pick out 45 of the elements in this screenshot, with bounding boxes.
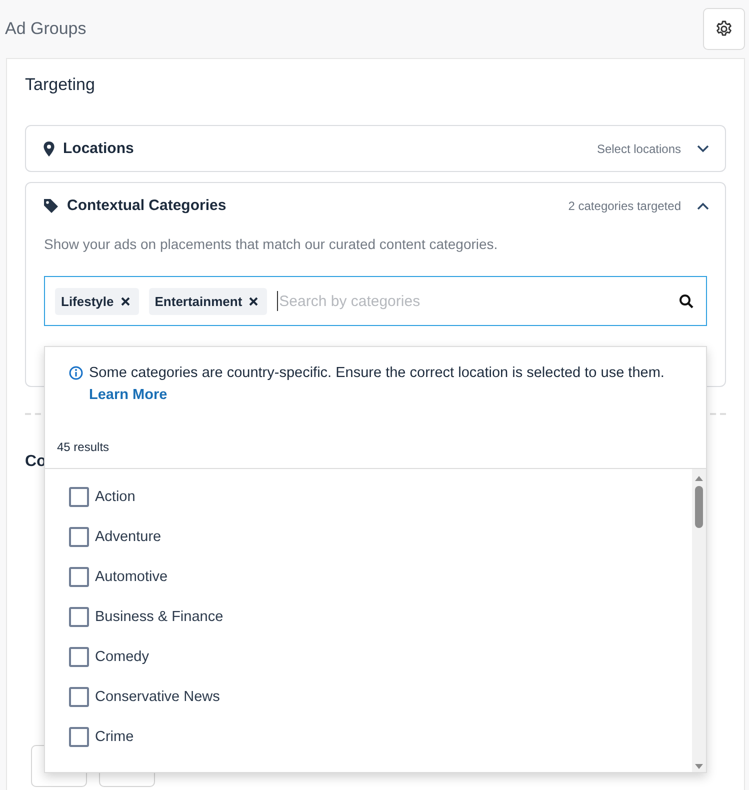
category-option[interactable]: Action <box>45 477 692 517</box>
category-option[interactable]: Conservative News <box>45 677 692 717</box>
notice-text: Some categories are country-specific. Ensure the correct location is selected to use them. <box>89 364 664 383</box>
scrollbar-thumb[interactable] <box>695 486 703 528</box>
page-title: Ad Groups <box>5 19 86 39</box>
remove-button[interactable] <box>249 296 258 306</box>
accordion-header[interactable]: Locations Select locations <box>26 126 725 171</box>
accordion-title: Locations <box>63 140 134 157</box>
chevron-down-icon <box>697 144 709 152</box>
checkbox[interactable] <box>69 727 89 747</box>
accordion-title: Contextual Categories <box>67 197 226 214</box>
learn-more-link[interactable]: Learn More <box>89 387 168 403</box>
category-option[interactable]: Business & Finance <box>45 597 692 637</box>
checkbox[interactable] <box>69 687 89 707</box>
accordion-summary: 2 categories targeted <box>568 198 681 212</box>
search-field[interactable]: Lifestyle Entertainment Search by categories <box>44 276 707 326</box>
scroll-down-icon <box>694 763 704 770</box>
info-icon <box>69 366 83 380</box>
category-tag[interactable]: Entertainment <box>148 288 268 314</box>
section-title: Targeting <box>25 75 96 95</box>
category-option[interactable]: Crime <box>45 717 692 757</box>
close-icon <box>249 296 258 306</box>
results-count: 45 results <box>45 406 706 469</box>
checkbox[interactable] <box>69 567 89 587</box>
checkbox[interactable] <box>69 487 89 507</box>
checkbox[interactable] <box>69 527 89 547</box>
accordion-header[interactable]: Contextual Categories 2 categories targeted <box>26 183 725 228</box>
close-icon <box>120 296 130 306</box>
category-option[interactable]: Comedy <box>45 637 692 677</box>
remove-button[interactable] <box>120 296 130 306</box>
category-option[interactable]: Automotive <box>45 557 692 597</box>
category-option[interactable]: Adventure <box>45 517 692 557</box>
tag-icon <box>43 198 59 214</box>
search-icon <box>679 294 694 308</box>
checkbox[interactable] <box>69 607 89 627</box>
description-text: Show your ads on placements that match our curated content categories. <box>44 236 499 252</box>
settings-icon <box>715 20 733 38</box>
scrollbar[interactable] <box>692 469 706 772</box>
checkbox[interactable] <box>69 647 89 667</box>
accordion-summary: Select locations <box>596 142 681 156</box>
scroll-up-icon <box>694 475 704 482</box>
map-pin-icon <box>43 140 55 156</box>
chevron-up-icon <box>697 202 709 210</box>
category-tag[interactable]: Lifestyle <box>55 288 139 314</box>
settings-button[interactable] <box>703 8 745 50</box>
